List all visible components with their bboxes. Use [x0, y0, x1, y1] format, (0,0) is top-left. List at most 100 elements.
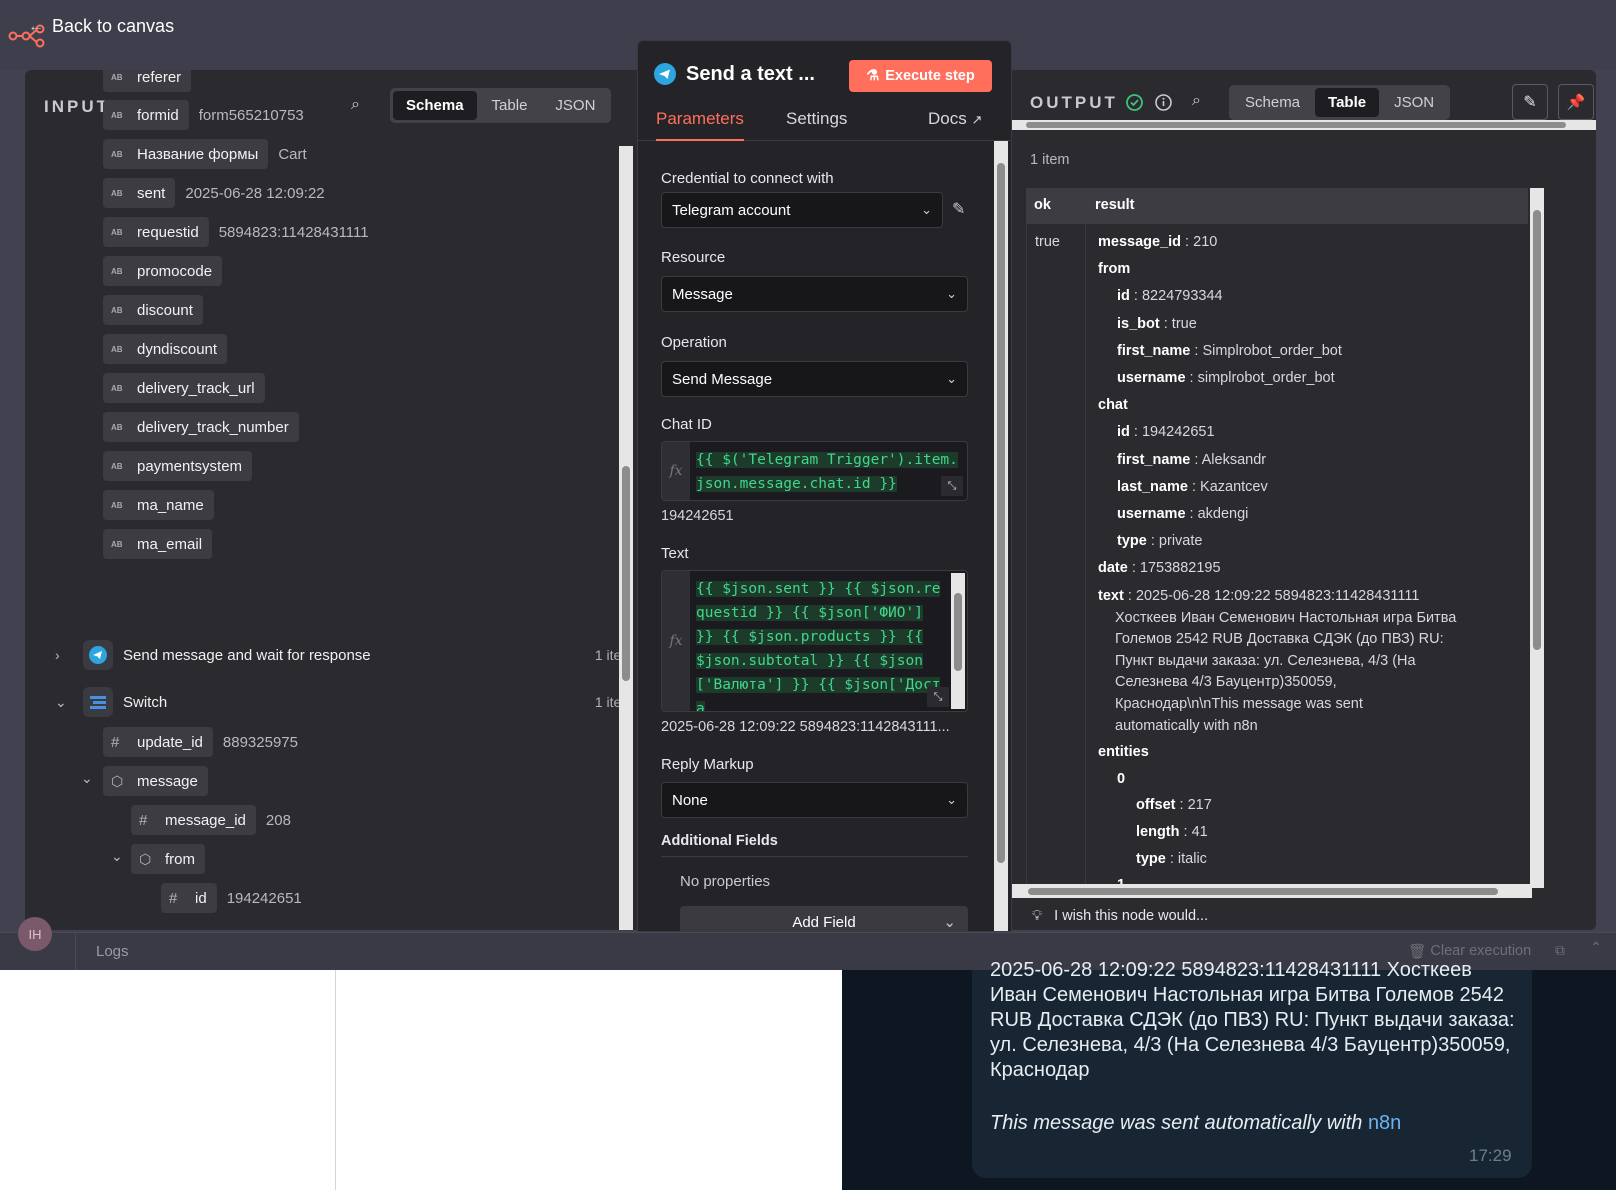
external-link-icon: ↗ — [971, 112, 983, 127]
add-field-button[interactable]: Add Field ⌄ — [680, 906, 968, 931]
field-chip[interactable]: ⬡ message — [103, 766, 208, 796]
logs-label[interactable]: Logs — [96, 943, 129, 960]
string-type-icon: AB — [111, 305, 123, 315]
field-from: ⬡ from — [131, 843, 205, 875]
result-key: entities — [1098, 744, 1149, 761]
text-expression-input[interactable]: fx {{ $json.sent }} {{ $json.re questid }… — [661, 570, 968, 712]
operation-label: Operation — [661, 334, 727, 351]
field-chip[interactable]: AB Название формы — [103, 139, 269, 169]
text-preview: 2025-06-28 12:09:22 5894823:1142843111..… — [661, 719, 950, 735]
reply-markup-select[interactable]: None ⌄ — [661, 782, 968, 818]
tab-docs[interactable]: Docs ↗ — [928, 109, 982, 129]
field-chip[interactable]: # message_id — [131, 805, 256, 835]
message-line: 2025-06-28 12:09:22 5894823:11428431111 … — [990, 959, 1472, 981]
field-name: dyndiscount — [137, 340, 218, 358]
edit-pencil-icon[interactable]: ✎ — [1512, 84, 1548, 120]
string-type-icon: AB — [111, 344, 123, 354]
success-check-icon — [1126, 94, 1143, 111]
chat-id-expression-input[interactable]: fx {{ $('Telegram Trigger').item. json.m… — [661, 441, 968, 501]
field-chip[interactable]: AB sent — [103, 178, 176, 208]
result-key: last_name — [1117, 478, 1188, 495]
n8n-link[interactable]: n8n — [1368, 1112, 1401, 1134]
resource-select[interactable]: Message ⌄ — [661, 276, 968, 312]
output-view-tabs: Schema Table JSON — [1229, 85, 1451, 120]
field-chip[interactable]: AB promocode — [103, 256, 223, 286]
result-entry: first_name : Simplrobot_order_bot — [1117, 343, 1342, 359]
field-chip[interactable]: AB ma_email — [103, 529, 213, 559]
chevron-down-icon: ⌄ — [921, 202, 932, 217]
avatar[interactable]: IH — [18, 917, 52, 951]
tab-table[interactable]: Table — [1315, 88, 1380, 117]
parameters-scrollbar[interactable] — [994, 141, 1008, 931]
field-chip[interactable]: AB requestid — [103, 217, 209, 247]
node-row-send-message[interactable]: › Send message and wait for response 1 i… — [55, 635, 637, 675]
node-title[interactable]: Send a text ... — [686, 63, 815, 86]
tab-schema[interactable]: Schema — [393, 91, 477, 120]
result-key: id — [1117, 288, 1130, 305]
field-chip[interactable]: AB delivery_track_number — [103, 412, 299, 442]
open-panel-icon[interactable]: ⧉ — [1555, 942, 1565, 959]
execute-step-button[interactable]: ⚗ Execute step — [849, 60, 992, 92]
separator: : — [1123, 587, 1136, 604]
chevron-right-icon[interactable]: › — [55, 647, 83, 663]
divider — [335, 970, 336, 1190]
parameter-tabs: Parameters Settings Docs ↗ — [638, 101, 1011, 141]
operation-select[interactable]: Send Message ⌄ — [661, 361, 968, 397]
search-icon[interactable]: ⌕ — [351, 96, 360, 114]
chevron-down-icon[interactable]: ⌄ — [55, 694, 83, 711]
chevron-down-icon[interactable]: ⌄ — [111, 848, 123, 865]
tab-json[interactable]: JSON — [1381, 88, 1447, 117]
chevron-down-icon[interactable]: ⌄ — [81, 770, 93, 787]
result-entry: date : 1753882195 — [1098, 560, 1221, 576]
info-icon[interactable] — [1155, 94, 1172, 111]
no-properties-text: No properties — [680, 873, 771, 890]
result-key: date — [1098, 560, 1128, 577]
tab-json[interactable]: JSON — [542, 91, 608, 120]
tab-schema[interactable]: Schema — [1232, 88, 1313, 117]
field-chip[interactable]: AB delivery_track_url — [103, 373, 265, 403]
field-chip[interactable]: # update_id — [103, 727, 213, 757]
output-scrollbar[interactable] — [1530, 188, 1544, 888]
back-to-canvas-button[interactable]: ← Back to canvas — [28, 16, 174, 37]
credential-select[interactable]: Telegram account ⌄ — [661, 192, 943, 228]
field-chip[interactable]: AB dyndiscount — [103, 334, 228, 364]
tab-table[interactable]: Table — [479, 91, 541, 120]
chevron-up-icon[interactable]: ⌃ — [1590, 939, 1602, 956]
field-chip[interactable]: # id — [161, 883, 217, 913]
node-row-switch[interactable]: ⌄ Switch 1 item — [55, 682, 637, 722]
feedback-prompt[interactable]: 💡︎ I wish this node would... — [1032, 908, 1208, 924]
result-value: Kazantcev — [1200, 478, 1268, 495]
docs-label: Docs — [928, 109, 967, 128]
output-hscroll-top[interactable] — [1012, 120, 1596, 130]
input-scrollbar[interactable] — [619, 146, 633, 930]
edit-pencil-icon[interactable]: ✎ — [952, 199, 965, 219]
field-chip[interactable]: ⬡ from — [131, 844, 205, 874]
result-entry: offset : 217 — [1136, 797, 1212, 813]
search-icon[interactable]: ⌕ — [1192, 92, 1201, 110]
result-key: from — [1098, 261, 1131, 278]
field-chip[interactable]: AB formid — [103, 100, 189, 130]
table-body: true message_id : 210 from id : 8224793344… — [1026, 224, 1528, 893]
tab-parameters[interactable]: Parameters — [656, 109, 744, 141]
field-message-id: # message_id 208 — [131, 804, 291, 836]
field-value: 889325975 — [222, 733, 298, 751]
expr-line: questid }} {{ $json['ФИО'] — [696, 605, 923, 621]
separator: : — [1127, 560, 1140, 577]
pin-icon[interactable]: 📌 — [1558, 84, 1594, 120]
expand-icon[interactable]: ⤡ — [927, 687, 949, 707]
text-scrollbar[interactable] — [951, 573, 965, 709]
field-value: 194242651 — [226, 889, 302, 907]
field-name: Название формы — [137, 145, 259, 163]
field-chip[interactable]: AB ma_name — [103, 490, 214, 520]
field-chip[interactable]: AB paymentsystem — [103, 451, 253, 481]
output-hscroll-bottom[interactable] — [1012, 884, 1532, 898]
field-chip[interactable]: AB referer — [103, 70, 192, 92]
column-result: result — [1095, 197, 1135, 213]
field-chip[interactable]: AB discount — [103, 295, 203, 325]
expr-line: }} {{ $json.products }} {{ — [696, 629, 923, 645]
field-3: AB sent 2025-06-28 12:09:22 — [103, 177, 325, 209]
field-value: 2025-06-28 12:09:22 — [185, 184, 325, 202]
tab-settings[interactable]: Settings — [786, 109, 847, 129]
expand-icon[interactable]: ⤡ — [941, 476, 963, 496]
result-key: first_name — [1117, 451, 1191, 468]
